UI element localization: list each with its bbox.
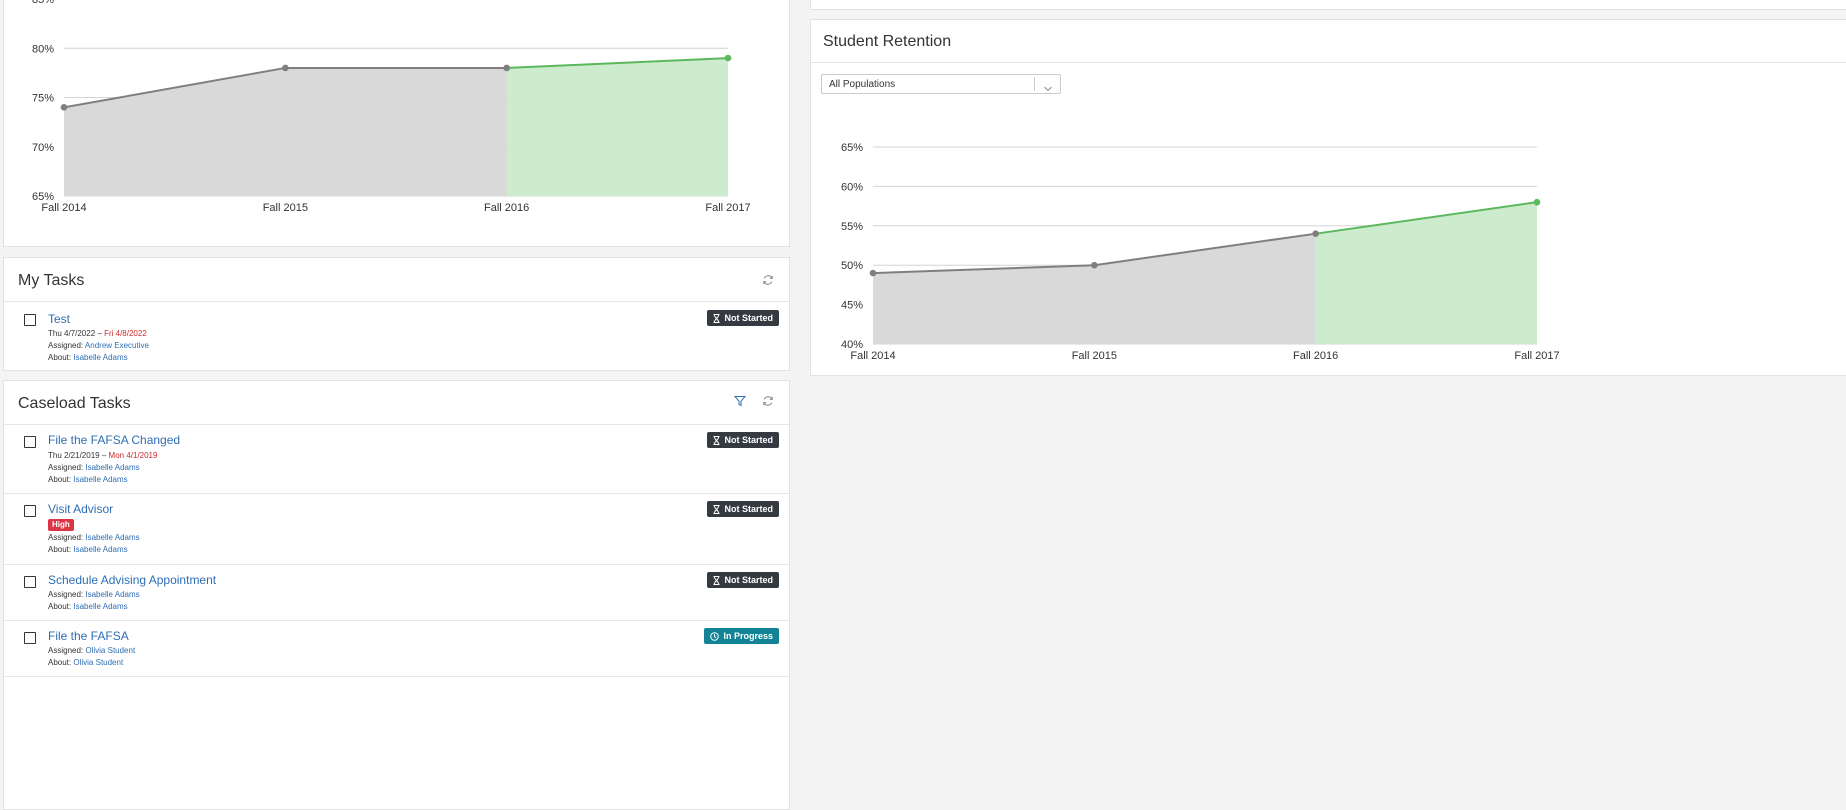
status-badge: Not Started (707, 432, 779, 448)
task-title-link[interactable]: Schedule Advising Appointment (48, 573, 216, 587)
y-tick-label: 65% (841, 142, 863, 154)
assigned-link[interactable]: Isabelle Adams (85, 533, 139, 542)
task-assigned: Assigned: Isabelle Adams (48, 463, 140, 472)
hourglass-icon (713, 313, 720, 323)
actual-area (64, 67, 507, 196)
task-row: File the FAFSA Changed Thu 2/21/2019 – M… (4, 425, 789, 493)
data-point[interactable] (869, 269, 877, 277)
data-point[interactable] (1533, 198, 1541, 206)
left-chart-panel: 85% 80% 75% 70% 65% Fall 2014 Fall 2015 Fall 20… (3, 0, 790, 247)
task-about: About: Olivia Student (48, 658, 124, 667)
projected-area (506, 58, 728, 196)
task-about: About: Isabelle Adams (48, 602, 128, 611)
caseload-tasks-panel: Caseload Tasks File the FAFSA Changed Th… (3, 380, 790, 810)
data-point[interactable] (724, 54, 732, 62)
x-tick-label: Fall 2015 (263, 202, 308, 214)
task-about: About: Isabelle Adams (48, 353, 128, 362)
hourglass-icon (713, 504, 720, 514)
y-tick-label: 75% (32, 93, 54, 105)
task-title-link[interactable]: File the FAFSA (48, 629, 129, 643)
assigned-link[interactable]: Isabelle Adams (85, 463, 139, 472)
about-link[interactable]: Isabelle Adams (73, 545, 127, 554)
task-assigned: Assigned: Olivia Student (48, 646, 136, 655)
right-top-panel (810, 0, 1846, 10)
x-tick-label: Fall 2016 (1293, 350, 1338, 362)
projected-area (1315, 202, 1537, 344)
y-tick-label: 70% (32, 142, 54, 154)
task-row: Test Thu 4/7/2022 – Fri 4/8/2022 Assigne… (4, 302, 789, 370)
y-tick-label: 45% (841, 300, 863, 312)
about-link[interactable]: Isabelle Adams (73, 602, 127, 611)
clock-icon (710, 631, 720, 641)
chevron-down-icon (1043, 80, 1053, 98)
task-about: About: Isabelle Adams (48, 545, 128, 554)
x-tick-label: Fall 2015 (1072, 350, 1117, 362)
my-tasks-title: My Tasks (18, 272, 85, 289)
data-point[interactable] (1312, 230, 1319, 237)
assigned-link[interactable]: Olivia Student (85, 646, 135, 655)
priority-badge: High (48, 519, 74, 531)
task-assigned: Assigned: Isabelle Adams (48, 533, 140, 542)
about-link[interactable]: Olivia Student (73, 658, 123, 667)
student-retention-panel: Student Retention All Populations 65% 60%… (810, 19, 1846, 376)
data-point[interactable] (1091, 261, 1098, 269)
data-point[interactable] (282, 64, 289, 72)
status-badge: Not Started (707, 501, 779, 517)
task-row: Visit Advisor High Assigned: Isabelle Ad… (4, 494, 789, 564)
filter-icon[interactable] (731, 392, 749, 410)
y-tick-label: 85% (32, 0, 54, 6)
retention-title: Student Retention (823, 33, 952, 50)
task-title-link[interactable]: Test (48, 312, 70, 326)
task-assigned: Assigned: Isabelle Adams (48, 590, 140, 599)
x-tick-label: Fall 2017 (705, 202, 750, 214)
task-dates: Thu 2/21/2019 – Mon 4/1/2019 (48, 451, 158, 460)
task-row: Schedule Advising Appointment Assigned: … (4, 565, 789, 620)
task-checkbox[interactable] (24, 576, 36, 588)
left-area-chart: 85%80%75%70%65%Fall 2014 Fall 2015 Fall 20… (32, 0, 751, 214)
task-row: File the FAFSA Assigned: Olivia Student … (4, 621, 789, 676)
x-tick-label: Fall 2016 (484, 202, 529, 214)
assigned-link[interactable]: Andrew Executive (85, 341, 149, 350)
about-link[interactable]: Isabelle Adams (73, 475, 127, 484)
retention-area-chart: 65%60%55%50%45%40%Fall 2014 Fall 2015 Fall… (841, 142, 1560, 362)
status-badge: In Progress (704, 628, 779, 644)
status-badge: Not Started (707, 310, 779, 326)
data-point[interactable] (503, 64, 510, 72)
x-tick-label: Fall 2014 (41, 202, 86, 214)
about-link[interactable]: Isabelle Adams (73, 353, 127, 362)
task-assigned: Assigned: Andrew Executive (48, 341, 149, 350)
x-tick-label: Fall 2014 (850, 350, 895, 362)
refresh-icon[interactable] (759, 271, 777, 289)
y-tick-label: 55% (841, 221, 863, 233)
refresh-icon[interactable] (759, 392, 777, 410)
hourglass-icon (713, 575, 720, 585)
data-point[interactable] (60, 104, 68, 111)
hourglass-icon (713, 435, 720, 445)
actual-area (873, 233, 1316, 344)
my-tasks-panel: My Tasks Test Thu 4/7/2022 – Fri 4/8/202… (3, 257, 790, 371)
task-dates: Thu 4/7/2022 – Fri 4/8/2022 (48, 329, 147, 338)
task-checkbox[interactable] (24, 632, 36, 644)
assigned-link[interactable]: Isabelle Adams (85, 590, 139, 599)
task-checkbox[interactable] (24, 436, 36, 448)
y-tick-label: 60% (841, 181, 863, 193)
task-about: About: Isabelle Adams (48, 475, 128, 484)
task-checkbox[interactable] (24, 314, 36, 326)
status-badge: Not Started (707, 572, 779, 588)
caseload-tasks-title: Caseload Tasks (18, 395, 131, 412)
task-title-link[interactable]: File the FAFSA Changed (48, 433, 180, 447)
population-select[interactable]: All Populations (821, 74, 1061, 94)
y-tick-label: 50% (841, 260, 863, 272)
task-checkbox[interactable] (24, 505, 36, 517)
task-title-link[interactable]: Visit Advisor (48, 502, 113, 516)
x-tick-label: Fall 2017 (1514, 350, 1559, 362)
y-tick-label: 80% (32, 43, 54, 55)
